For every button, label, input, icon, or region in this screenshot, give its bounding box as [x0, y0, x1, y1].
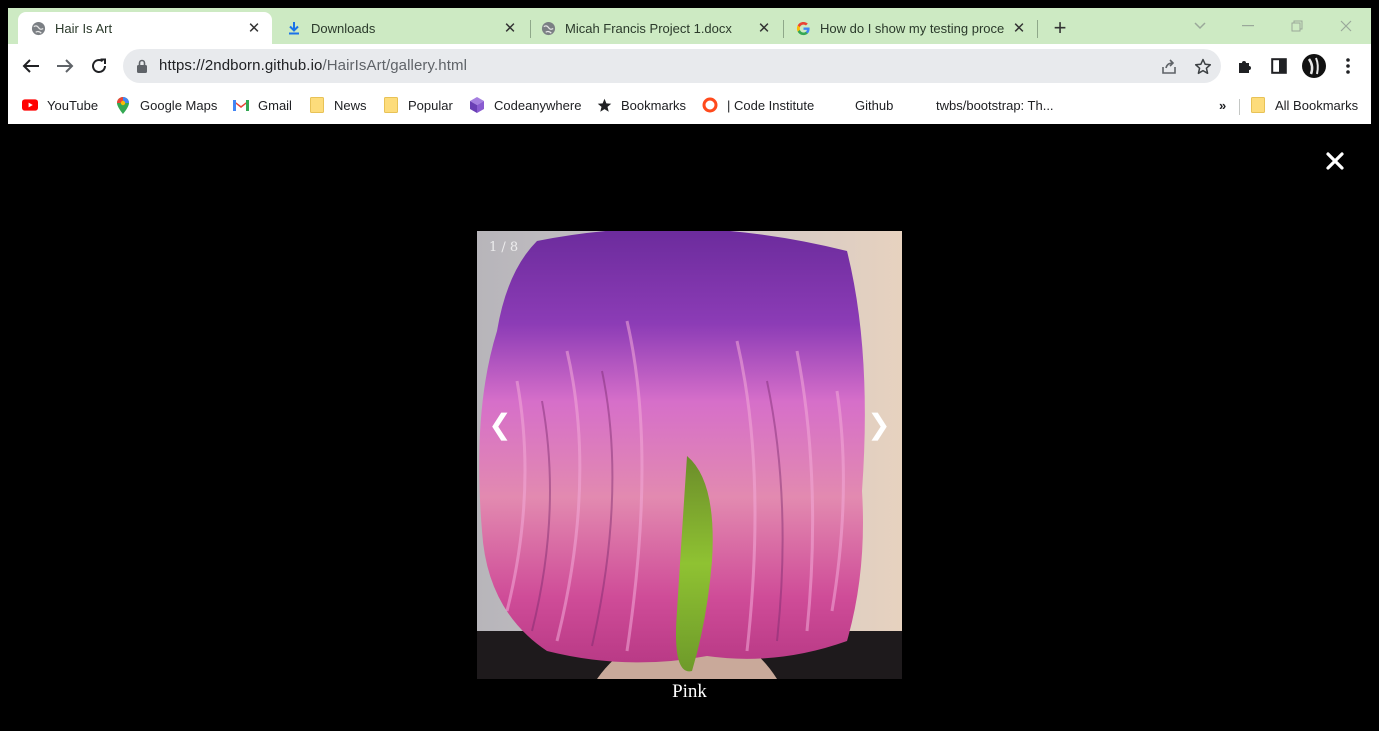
star-icon [596, 97, 612, 113]
globe-icon [540, 20, 556, 36]
url-text[interactable]: https://2ndborn.github.io/HairIsArt/gall… [159, 57, 467, 74]
bookmark-github[interactable]: Github [855, 95, 893, 115]
bookmark-label: | Code Institute [727, 97, 815, 113]
tab-title: Downloads [311, 20, 376, 36]
minimize-icon[interactable] [1228, 14, 1268, 38]
bookmarks-divider [1239, 99, 1240, 115]
bookmark-label: Google Maps [140, 97, 218, 113]
image-caption: Pink [672, 681, 707, 702]
bookmark-label: Codeanywhere [494, 97, 582, 113]
tab-testing-question[interactable]: How do I show my testing proce ✕ [783, 12, 1037, 44]
menu-icon[interactable] [1337, 55, 1359, 77]
bookmark-label: Gmail [258, 97, 292, 113]
back-button[interactable] [17, 52, 45, 80]
tab-downloads[interactable]: Downloads ✕ [274, 12, 528, 44]
lock-icon[interactable] [136, 59, 148, 78]
bookmarks-bar: YouTube Google Maps Gmail News Popular C… [8, 90, 1371, 120]
overflow-chevron-icon: » [1219, 97, 1227, 113]
address-bar[interactable]: https://2ndborn.github.io/HairIsArt/gall… [123, 49, 1221, 83]
bookmark-codeanywhere[interactable]: Codeanywhere [469, 95, 581, 115]
tab-hair-is-art[interactable]: Hair Is Art ✕ [18, 12, 272, 44]
bookmarks-overflow-button[interactable]: » [1219, 95, 1226, 115]
forward-button[interactable] [51, 52, 79, 80]
tab-close-icon[interactable]: ✕ [246, 20, 262, 37]
tab-title: Hair Is Art [55, 20, 113, 36]
download-icon [286, 20, 302, 36]
avatar[interactable] [1302, 54, 1326, 78]
close-icon[interactable] [1322, 148, 1348, 174]
bookmark-label: Popular [408, 97, 453, 113]
browser-toolbar: https://2ndborn.github.io/HairIsArt/gall… [8, 44, 1371, 88]
bookmark-bookmarks[interactable]: Bookmarks [596, 95, 686, 115]
bookmark-youtube[interactable]: YouTube [22, 95, 98, 115]
cube-icon [469, 97, 485, 113]
tab-divider [1037, 20, 1038, 38]
bookmark-label: YouTube [47, 97, 99, 113]
ring-icon [702, 97, 718, 113]
next-button[interactable]: ❯ [864, 406, 894, 442]
bookmark-gmail[interactable]: Gmail [233, 95, 292, 115]
tab-search-icon[interactable] [1180, 14, 1220, 38]
star-icon[interactable] [1193, 57, 1213, 77]
bookmark-label: News [334, 97, 367, 113]
all-bookmarks-button[interactable]: All Bookmarks [1250, 95, 1358, 115]
tab-strip: Hair Is Art ✕ Downloads ✕ Micah Francis … [8, 8, 1371, 44]
url-path: /HairIsArt/gallery.html [322, 57, 468, 74]
tab-title: Micah Francis Project 1.docx [565, 20, 732, 36]
browser-window: Hair Is Art ✕ Downloads ✕ Micah Francis … [8, 8, 1371, 124]
folder-icon [383, 97, 399, 113]
lightbox-overlay: 1 / 8 ❮ ❯ Pink [0, 124, 1379, 731]
tab-close-icon[interactable]: ✕ [502, 20, 518, 37]
window-close-icon[interactable] [1326, 14, 1366, 38]
gmail-icon [233, 97, 249, 113]
hair-photo-illustration [477, 231, 902, 679]
bookmark-folder-news[interactable]: News [309, 95, 367, 115]
folder-icon [1250, 97, 1266, 113]
share-icon[interactable] [1159, 57, 1179, 77]
google-icon [795, 20, 811, 36]
url-host: https://2ndborn.github.io [159, 57, 323, 74]
reload-button[interactable] [85, 52, 113, 80]
extensions-icon[interactable] [1234, 55, 1256, 77]
globe-icon [30, 20, 46, 36]
new-tab-button[interactable]: + [1048, 15, 1072, 40]
youtube-icon [22, 97, 38, 113]
tab-close-icon[interactable]: ✕ [756, 20, 772, 37]
bookmark-label: Bookmarks [621, 97, 687, 113]
bookmark-label: All Bookmarks [1275, 97, 1359, 113]
side-panel-icon[interactable] [1268, 55, 1290, 77]
maps-pin-icon [115, 96, 131, 114]
bookmark-twbs-bootstrap[interactable]: twbs/bootstrap: Th... [936, 95, 1054, 115]
bookmark-google-maps[interactable]: Google Maps [115, 95, 217, 115]
bookmark-folder-popular[interactable]: Popular [383, 95, 453, 115]
tab-micah-francis-project[interactable]: Micah Francis Project 1.docx ✕ [528, 12, 782, 44]
image-counter: 1 / 8 [489, 240, 519, 255]
bookmark-label: Github [855, 97, 894, 113]
folder-icon [309, 97, 325, 113]
tab-title: How do I show my testing proce [820, 20, 1005, 36]
prev-button[interactable]: ❮ [485, 406, 515, 442]
restore-icon[interactable] [1277, 14, 1317, 38]
bookmark-label: twbs/bootstrap: Th... [936, 97, 1054, 113]
gallery-image: 1 / 8 ❮ ❯ [477, 231, 902, 679]
tab-close-icon[interactable]: ✕ [1011, 20, 1027, 37]
bookmark-code-institute[interactable]: | Code Institute [702, 95, 814, 115]
